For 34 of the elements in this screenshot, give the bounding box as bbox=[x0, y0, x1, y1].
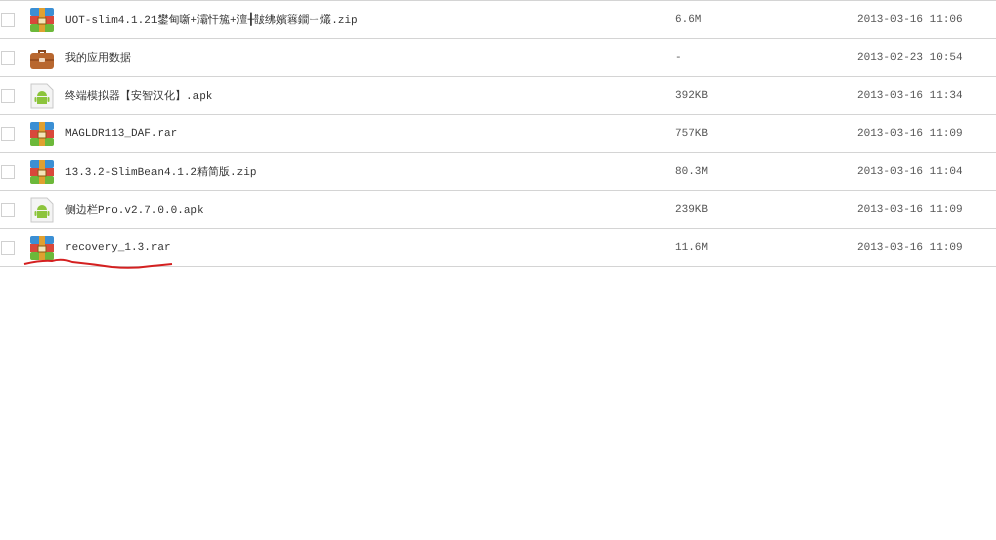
file-name[interactable]: 我的应用数据 bbox=[65, 50, 675, 65]
file-name[interactable]: 终端模拟器【安智汉化】.apk bbox=[65, 88, 675, 103]
file-size: 6.6M bbox=[675, 14, 702, 26]
file-name[interactable]: recovery_1.3.rar bbox=[65, 242, 675, 254]
file-size: - bbox=[675, 52, 683, 64]
file-name[interactable]: 13.3.2-SlimBean4.1.2精简版.zip bbox=[65, 164, 675, 179]
file-name[interactable]: 侧边栏Pro.v2.7.0.0.apk bbox=[65, 202, 675, 217]
modified-date: 2013-03-16 11:34 bbox=[857, 90, 963, 102]
checkbox[interactable] bbox=[1, 126, 15, 140]
archive-icon bbox=[29, 234, 55, 260]
modified-date: 2013-03-16 11:06 bbox=[857, 14, 963, 26]
file-size: 11.6M bbox=[675, 242, 710, 254]
file-name[interactable]: UOT-slim4.1.21鐢甸噺+灞忓箷+澶╂皵绋嬪簭鐗ㄧ爜.zip bbox=[65, 12, 675, 27]
checkbox[interactable] bbox=[1, 12, 15, 26]
checkbox[interactable] bbox=[1, 88, 15, 102]
android-file-icon bbox=[29, 196, 55, 222]
checkbox[interactable] bbox=[1, 202, 15, 216]
checkbox[interactable] bbox=[1, 240, 15, 254]
file-size: 80.3M bbox=[675, 166, 710, 178]
modified-date: 2013-03-16 11:04 bbox=[857, 166, 963, 178]
checkbox[interactable] bbox=[1, 50, 15, 64]
android-file-icon bbox=[29, 82, 55, 108]
archive-icon bbox=[29, 120, 55, 146]
file-size: 757KB bbox=[675, 128, 710, 140]
modified-date: 2013-03-16 11:09 bbox=[857, 128, 963, 140]
modified-date: 2013-03-16 11:09 bbox=[857, 242, 963, 254]
archive-icon bbox=[29, 158, 55, 184]
file-name[interactable]: MAGLDR113_DAF.rar bbox=[65, 128, 675, 140]
modified-date: 2013-02-23 10:54 bbox=[857, 52, 963, 64]
file-size: 239KB bbox=[675, 204, 710, 216]
archive-icon bbox=[29, 6, 55, 32]
file-size: 392KB bbox=[675, 90, 710, 102]
checkbox[interactable] bbox=[1, 164, 15, 178]
modified-date: 2013-03-16 11:09 bbox=[857, 204, 963, 216]
